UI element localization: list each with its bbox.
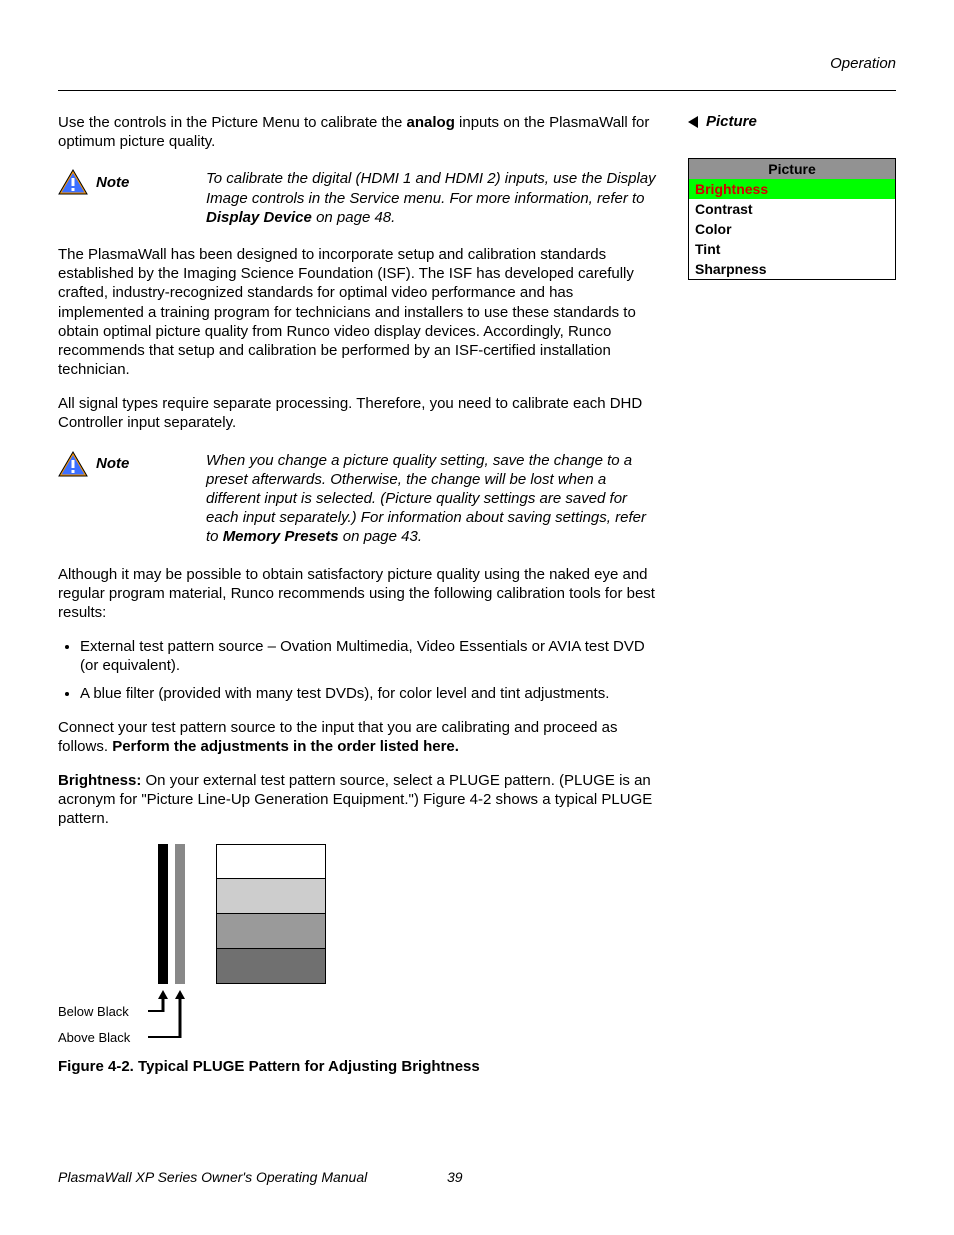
note-2: Note When you change a picture quality s… <box>58 451 658 547</box>
note-2-text-c: on page 43. <box>339 528 422 545</box>
main-content: Use the controls in the Picture Menu to … <box>58 113 658 1097</box>
side-heading-text: Picture <box>706 113 757 130</box>
brightness-text: On your external test pattern source, se… <box>58 772 652 827</box>
picture-menu: Picture Brightness Contrast Color Tint S… <box>688 158 896 280</box>
note-icon <box>58 451 88 477</box>
isf-paragraph: The PlasmaWall has been designed to inco… <box>58 245 658 379</box>
footer-manual-name: PlasmaWall XP Series Owner's Operating M… <box>58 1169 447 1185</box>
swatch-white <box>217 845 325 879</box>
connect-text-b: Perform the adjustments in the order lis… <box>112 738 459 755</box>
swatch-darkgray <box>217 948 325 983</box>
note-1-text: To calibrate the digital (HDMI 1 and HDM… <box>206 169 658 227</box>
menu-item-tint[interactable]: Tint <box>689 239 895 259</box>
note-1-text-c: on page 48. <box>312 209 395 226</box>
section-label: Operation <box>58 55 896 72</box>
pluge-below-black-bar <box>158 844 168 984</box>
arrow-left-icon <box>688 116 698 128</box>
note-1-text-a: To calibrate the digital (HDMI 1 and HDM… <box>206 170 656 206</box>
signal-paragraph: All signal types require separate proces… <box>58 394 658 432</box>
pluge-above-black-bar <box>175 844 185 984</box>
pluge-figure: Below Black Above Black Figure 4-2. Typi… <box>58 844 658 1075</box>
intro-text-a: Use the controls in the Picture Menu to … <box>58 114 407 131</box>
footer-page-number: 39 <box>447 1169 507 1185</box>
note-icon <box>58 169 88 195</box>
note-2-label: Note <box>96 455 129 472</box>
menu-title: Picture <box>689 159 895 179</box>
footer: PlasmaWall XP Series Owner's Operating M… <box>58 1169 896 1185</box>
menu-item-brightness[interactable]: Brightness <box>689 179 895 199</box>
swatch-lightgray <box>217 878 325 913</box>
note-1: Note To calibrate the digital (HDMI 1 an… <box>58 169 658 227</box>
tools-intro: Although it may be possible to obtain sa… <box>58 565 658 623</box>
note-2-text: When you change a picture quality settin… <box>206 451 658 547</box>
menu-item-sharpness[interactable]: Sharpness <box>689 259 895 279</box>
note-1-label: Note <box>96 174 129 191</box>
note-2-link: Memory Presets <box>223 528 339 545</box>
swatch-gray <box>217 913 325 948</box>
connect-paragraph: Connect your test pattern source to the … <box>58 718 658 756</box>
figure-caption: Figure 4-2. Typical PLUGE Pattern for Ad… <box>58 1058 658 1075</box>
intro-paragraph: Use the controls in the Picture Menu to … <box>58 113 658 151</box>
brightness-heading: Brightness: <box>58 772 141 789</box>
divider <box>58 90 896 91</box>
tool-item-1: External test pattern source – Ovation M… <box>80 637 658 675</box>
intro-analog: analog <box>407 114 455 131</box>
tool-item-2: A blue filter (provided with many test D… <box>80 684 658 703</box>
side-heading: Picture <box>688 113 896 130</box>
menu-item-color[interactable]: Color <box>689 219 895 239</box>
pluge-swatches <box>216 844 326 984</box>
below-black-label: Below Black <box>58 1004 129 1019</box>
note-1-link: Display Device <box>206 209 312 226</box>
above-black-label: Above Black <box>58 1030 130 1045</box>
menu-item-contrast[interactable]: Contrast <box>689 199 895 219</box>
brightness-paragraph: Brightness: On your external test patter… <box>58 771 658 829</box>
tool-list: External test pattern source – Ovation M… <box>58 637 658 703</box>
